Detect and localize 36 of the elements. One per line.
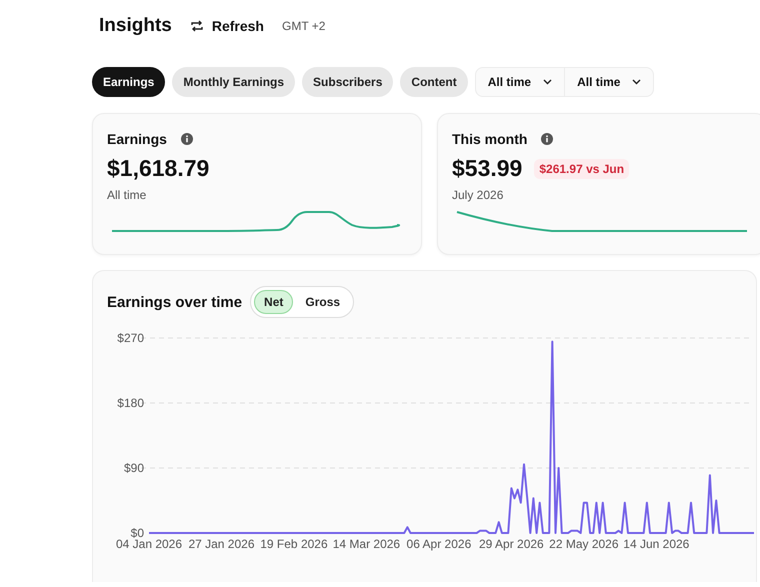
stat-caption: All time bbox=[107, 188, 148, 202]
stat-value: $1,618.79 bbox=[107, 155, 210, 182]
x-axis-label: 22 May 2026 bbox=[549, 537, 619, 551]
refresh-icon bbox=[190, 19, 204, 33]
card-title: This month bbox=[452, 131, 528, 147]
x-axis-label: 06 Apr 2026 bbox=[406, 537, 472, 551]
x-axis-label: 14 Mar 2026 bbox=[332, 537, 400, 551]
x-axis-label: 27 Jan 2026 bbox=[188, 537, 254, 551]
y-axis-label: $180 bbox=[117, 396, 144, 410]
date-range-dropdown[interactable]: All time bbox=[564, 68, 654, 96]
chart-title: Earnings over time bbox=[107, 294, 242, 310]
y-axis-label: $0 bbox=[130, 526, 144, 540]
y-axis-label: $90 bbox=[124, 461, 144, 475]
x-axis-label: 14 Jun 2026 bbox=[623, 537, 690, 551]
tab[interactable]: Monthly Earnings bbox=[172, 67, 296, 97]
info-icon bbox=[541, 133, 554, 145]
x-axis-label: 29 Apr 2026 bbox=[479, 537, 544, 551]
stat-caption: July 2026 bbox=[452, 188, 504, 202]
info-icon bbox=[180, 133, 193, 145]
page-title: Insights bbox=[99, 15, 172, 37]
card-title: Earnings bbox=[107, 131, 167, 147]
stat-value: $53.99 bbox=[452, 155, 522, 182]
tab[interactable]: Subscribers bbox=[302, 67, 394, 97]
tab[interactable]: Earnings bbox=[92, 67, 166, 97]
toggle-option[interactable]: Gross bbox=[295, 290, 350, 314]
x-axis-label: 19 Feb 2026 bbox=[260, 537, 328, 551]
toggle-option[interactable]: Net bbox=[254, 290, 294, 314]
timezone-label: GMT +2 bbox=[282, 19, 326, 33]
y-axis-label: $270 bbox=[117, 331, 144, 345]
x-axis-label: 04 Jan 2026 bbox=[116, 537, 182, 551]
tab[interactable]: Content bbox=[400, 67, 468, 97]
refresh-button[interactable]: Refresh bbox=[190, 18, 264, 34]
change-badge: $261.97 vs Jun bbox=[534, 158, 630, 178]
chevron-down-icon bbox=[543, 79, 552, 85]
chevron-down-icon bbox=[632, 79, 642, 85]
date-range-dropdown[interactable]: All time bbox=[476, 68, 564, 96]
